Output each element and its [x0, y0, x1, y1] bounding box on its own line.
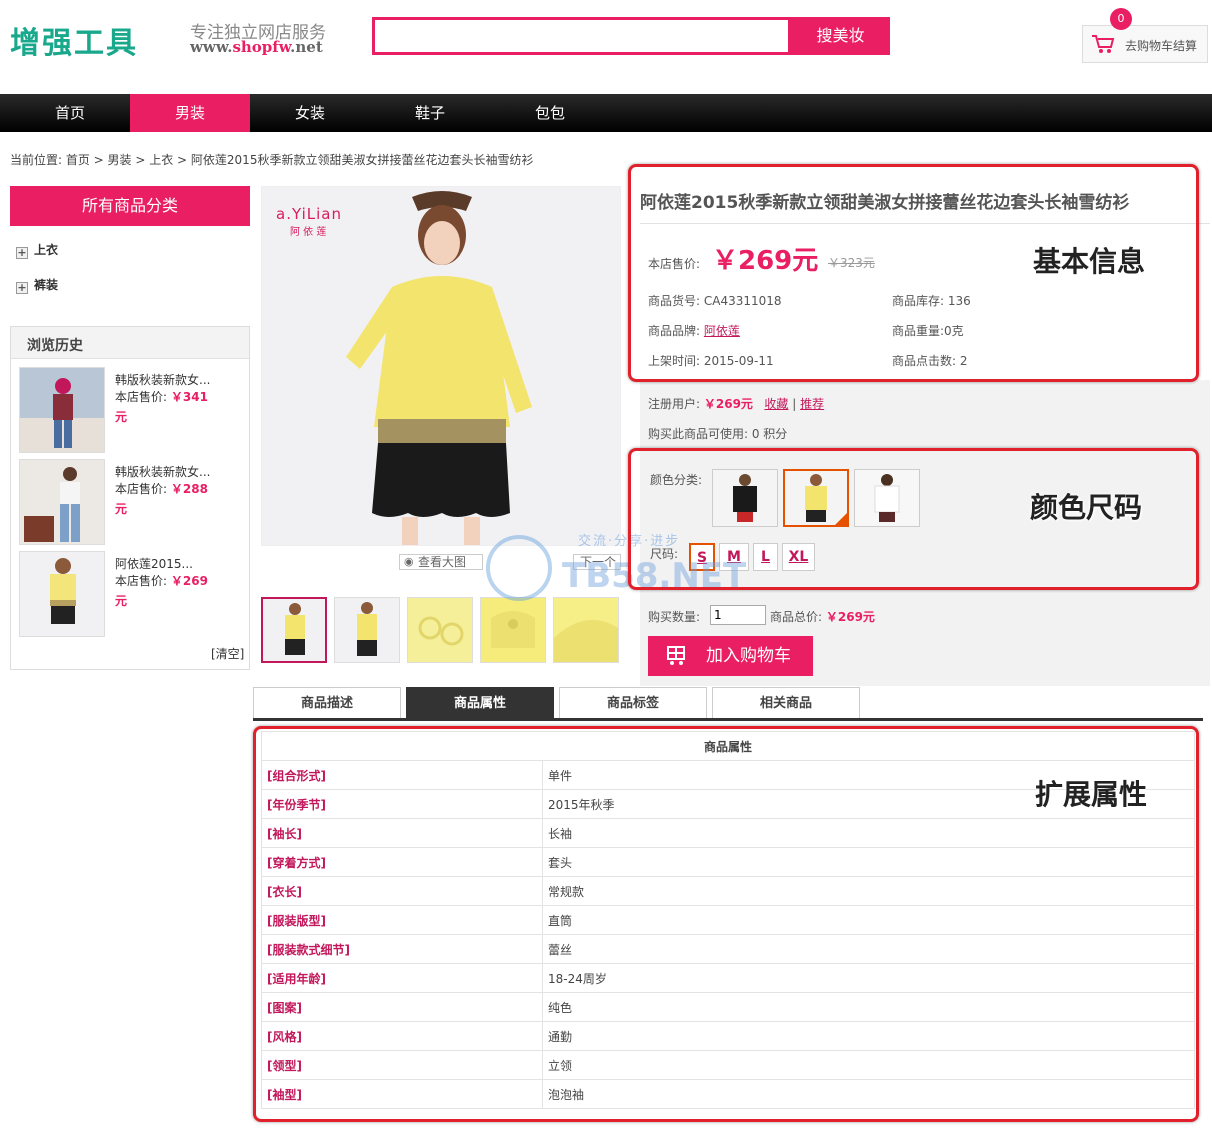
gallery-thumb[interactable] [407, 597, 473, 663]
cart-checkout-button[interactable]: 去购物车结算 [1082, 25, 1208, 63]
category-item-pants[interactable]: + 裤装 [16, 276, 58, 294]
points-row: 购买此商品可使用: 0 积分 [648, 427, 788, 441]
history-thumb[interactable] [19, 551, 105, 637]
product-photo-icon [20, 460, 104, 544]
history-item-price: 本店售价: ￥269 元 [115, 574, 208, 608]
nav-item-shoes[interactable]: 鞋子 [370, 94, 490, 132]
tab-attributes[interactable]: 商品属性 [406, 687, 554, 720]
watermark-hand-icon [486, 535, 552, 601]
gallery-thumb[interactable] [334, 597, 400, 663]
product-photo-icon [554, 598, 618, 662]
annotation-label-basic: 基本信息 [1033, 245, 1146, 278]
tab-description[interactable]: 商品描述 [253, 687, 401, 720]
history-thumb[interactable] [19, 367, 105, 453]
nav-item-women[interactable]: 女装 [250, 94, 370, 132]
annotation-label-color-size: 颜色尺码 [1030, 491, 1143, 524]
qty-label: 购买数量: [648, 610, 701, 624]
recommend-link[interactable]: 推荐 [800, 397, 824, 411]
history-item-title[interactable]: 韩版秋装新款女... [115, 371, 243, 388]
total-row: 商品总价: ￥269元 [770, 610, 875, 624]
nav-item-home[interactable]: 首页 [10, 94, 130, 132]
history-item-price: 本店售价: ￥288 元 [115, 482, 208, 516]
breadcrumb: 当前位置: 首页 > 男装 > 上衣 > 阿依莲2015秋季新款立领甜美淑女拼接… [10, 153, 534, 167]
product-photo-icon [481, 598, 545, 662]
product-photo-icon [263, 599, 325, 661]
gallery-thumb[interactable] [261, 597, 327, 663]
tab-underline [253, 718, 1203, 721]
clear-history-link[interactable]: [清空] [211, 645, 244, 662]
history-title: 浏览历史 [11, 327, 249, 359]
brand-watermark: a.YiLian [276, 205, 342, 223]
tab-related[interactable]: 相关商品 [712, 687, 860, 720]
site-logo[interactable]: 增强工具 [10, 18, 138, 62]
product-photo-icon [408, 598, 472, 662]
category-title: 所有商品分类 [10, 186, 250, 226]
cart-label: 去购物车结算 [1125, 39, 1198, 53]
main-nav: 首页 男装 女装 鞋子 包包 [0, 94, 1212, 132]
nav-item-men[interactable]: 男装 [130, 94, 250, 132]
favorite-link[interactable]: 收藏 [764, 397, 788, 411]
product-main-image[interactable]: a.YiLian 阿 依 莲 [261, 186, 621, 546]
search-input[interactable] [372, 17, 791, 55]
location-pin-icon: ◉ [404, 555, 414, 568]
product-photo-icon [335, 598, 399, 662]
history-item-title[interactable]: 阿依莲2015... [115, 555, 243, 572]
category-label: 裤装 [34, 278, 59, 292]
cart-count-badge: 0 [1110, 8, 1132, 30]
product-photo-icon [20, 552, 104, 636]
view-large-label: 查看大图 [418, 555, 467, 569]
domain-suffix: .net [290, 38, 323, 56]
product-photo-icon [20, 368, 104, 452]
gallery-thumb[interactable] [480, 597, 546, 663]
member-price-row: 注册用户: ￥269元 收藏 | 推荐 [648, 397, 825, 411]
cart-icon [1092, 35, 1115, 53]
add-to-cart-label: 加入购物车 [706, 646, 791, 666]
domain-prefix: www. [190, 38, 233, 56]
product-photo-icon [262, 187, 620, 545]
cart-icon [667, 646, 685, 665]
plus-icon[interactable]: + [16, 282, 28, 294]
view-large-button[interactable]: ◉ 查看大图 [399, 554, 483, 570]
nav-item-bags[interactable]: 包包 [490, 94, 610, 132]
quantity-input[interactable]: 1 [710, 605, 766, 625]
search-button[interactable]: 搜美妆 [791, 17, 890, 55]
plus-icon[interactable]: + [16, 247, 28, 259]
add-to-cart-button[interactable]: 加入购物车 [648, 636, 813, 676]
brand-watermark-cn: 阿 依 莲 [290, 227, 327, 238]
history-item-title[interactable]: 韩版秋装新款女... [115, 463, 243, 480]
category-item-tops[interactable]: + 上衣 [16, 241, 58, 259]
logo-domain: www.shopfw.net [190, 38, 323, 56]
category-label: 上衣 [34, 243, 59, 257]
tab-tags[interactable]: 商品标签 [559, 687, 707, 720]
history-thumb[interactable] [19, 459, 105, 545]
domain-accent: shopfw [232, 38, 291, 56]
history-item-price: 本店售价: ￥341 元 [115, 390, 208, 424]
browse-history: 浏览历史 韩版秋装新款女... 本店售价: ￥341 元 韩版秋装新款女... 本… [10, 326, 250, 670]
gallery-thumb[interactable] [553, 597, 619, 663]
annotation-label-ext: 扩展属性 [1035, 778, 1148, 811]
